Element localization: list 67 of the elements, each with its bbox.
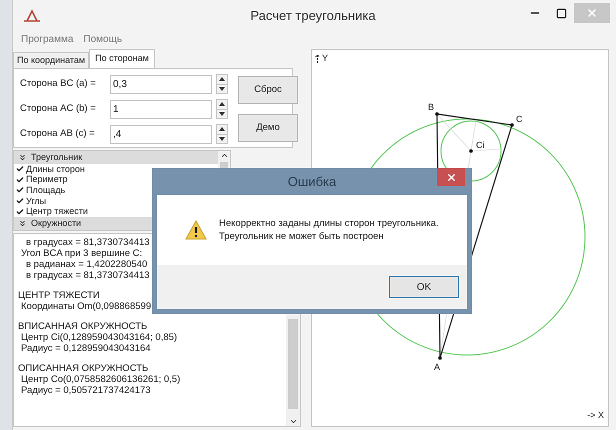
action-button[interactable]: Сброс (238, 76, 298, 104)
dashed-arrow-icon (315, 54, 320, 64)
spin-buttons[interactable] (216, 74, 228, 94)
output-line: в градусах = 81,3730734413 (25, 237, 151, 248)
field-label: Сторона AB (c) = (20, 126, 96, 141)
checkbox[interactable] (16, 176, 24, 184)
number-field[interactable]: ,4 (110, 124, 212, 144)
action-button[interactable]: Демо (238, 114, 298, 142)
warning-icon (185, 220, 207, 240)
option-label: Центр тяжести (26, 207, 88, 216)
option-label: Углы (26, 196, 46, 206)
output-line: Центр Ci(0,128959043043164; 0,85) (20, 332, 178, 343)
up-arrow-icon (219, 77, 225, 82)
close-button[interactable] (437, 168, 465, 186)
tab[interactable]: По сторонам (89, 49, 155, 68)
up-arrow-icon (219, 127, 225, 132)
scrollbar-thumb[interactable] (288, 319, 298, 409)
output-line: ОПИСАННАЯ ОКРУЖНОСТЬ (18, 363, 150, 374)
close-icon (586, 7, 598, 19)
checkbox[interactable] (16, 208, 24, 216)
output-line: ВПИСАННАЯ ОКРУЖНОСТЬ (18, 321, 148, 332)
output-line: Радиус = 0,128959043043164 (20, 343, 152, 354)
triangle-ruler-icon (23, 9, 41, 23)
down-arrow-icon (219, 112, 225, 116)
dialog-message: Треугольник не может быть построен (219, 230, 385, 243)
checkbox[interactable] (16, 165, 24, 174)
option-label: Длины сторон (26, 164, 85, 174)
output-line: Центр Co(0,0758582606136261; 0,5) (20, 374, 182, 385)
close-icon (446, 172, 456, 182)
point-label: A (434, 363, 440, 372)
menu-item[interactable]: Помощь (83, 32, 122, 47)
window-title: Расчет треугольника (249, 7, 377, 26)
point-label: Ci (476, 141, 484, 150)
spin-buttons[interactable] (216, 99, 228, 119)
tab[interactable]: По координатам (13, 52, 90, 68)
scroll-up-icon (220, 151, 228, 160)
maximize-icon (556, 8, 566, 18)
dialog-message: Некорректно заданы длины сторон треугольника. (219, 217, 439, 230)
output-line: в градусах = 81,3730734413 (25, 270, 151, 281)
checkbox[interactable] (16, 197, 24, 206)
number-field[interactable]: 1 (110, 100, 212, 118)
spin-buttons[interactable] (216, 124, 228, 144)
menu-item[interactable]: Программа (21, 32, 74, 47)
expand-icon (18, 153, 27, 162)
ok-button[interactable]: OK (389, 276, 459, 298)
field-label: Сторона AC (b) = (20, 102, 97, 116)
checkbox[interactable] (16, 186, 24, 194)
output-line: в радианах = 1,4202280540 (25, 259, 148, 270)
output-line: Радиус = 0,505721737424173 (20, 385, 152, 396)
y-axis-label: Y (315, 52, 328, 66)
output-line: Угол BCA при 3 вершине C: (20, 248, 144, 259)
dialog-title: Ошибка (288, 172, 336, 191)
output-line: Координаты Om(0,098868599 (20, 301, 152, 312)
field-label: Сторона BC (a) = (20, 76, 97, 91)
section-header[interactable]: Треугольник (14, 151, 218, 164)
point-label: B (428, 103, 434, 112)
scroll-down-icon (288, 417, 298, 426)
up-arrow-icon (219, 102, 225, 106)
expand-icon (18, 218, 27, 228)
point-label: C (516, 115, 522, 124)
down-arrow-icon (219, 136, 225, 141)
option-label: Периметр (26, 175, 68, 184)
number-field[interactable]: 0,3 (110, 74, 212, 94)
x-axis-label: -> X (587, 408, 604, 422)
down-arrow-icon (219, 86, 225, 91)
option-label: Площадь (26, 186, 66, 195)
output-line: ЦЕНТР ТЯЖЕСТИ (18, 290, 101, 301)
